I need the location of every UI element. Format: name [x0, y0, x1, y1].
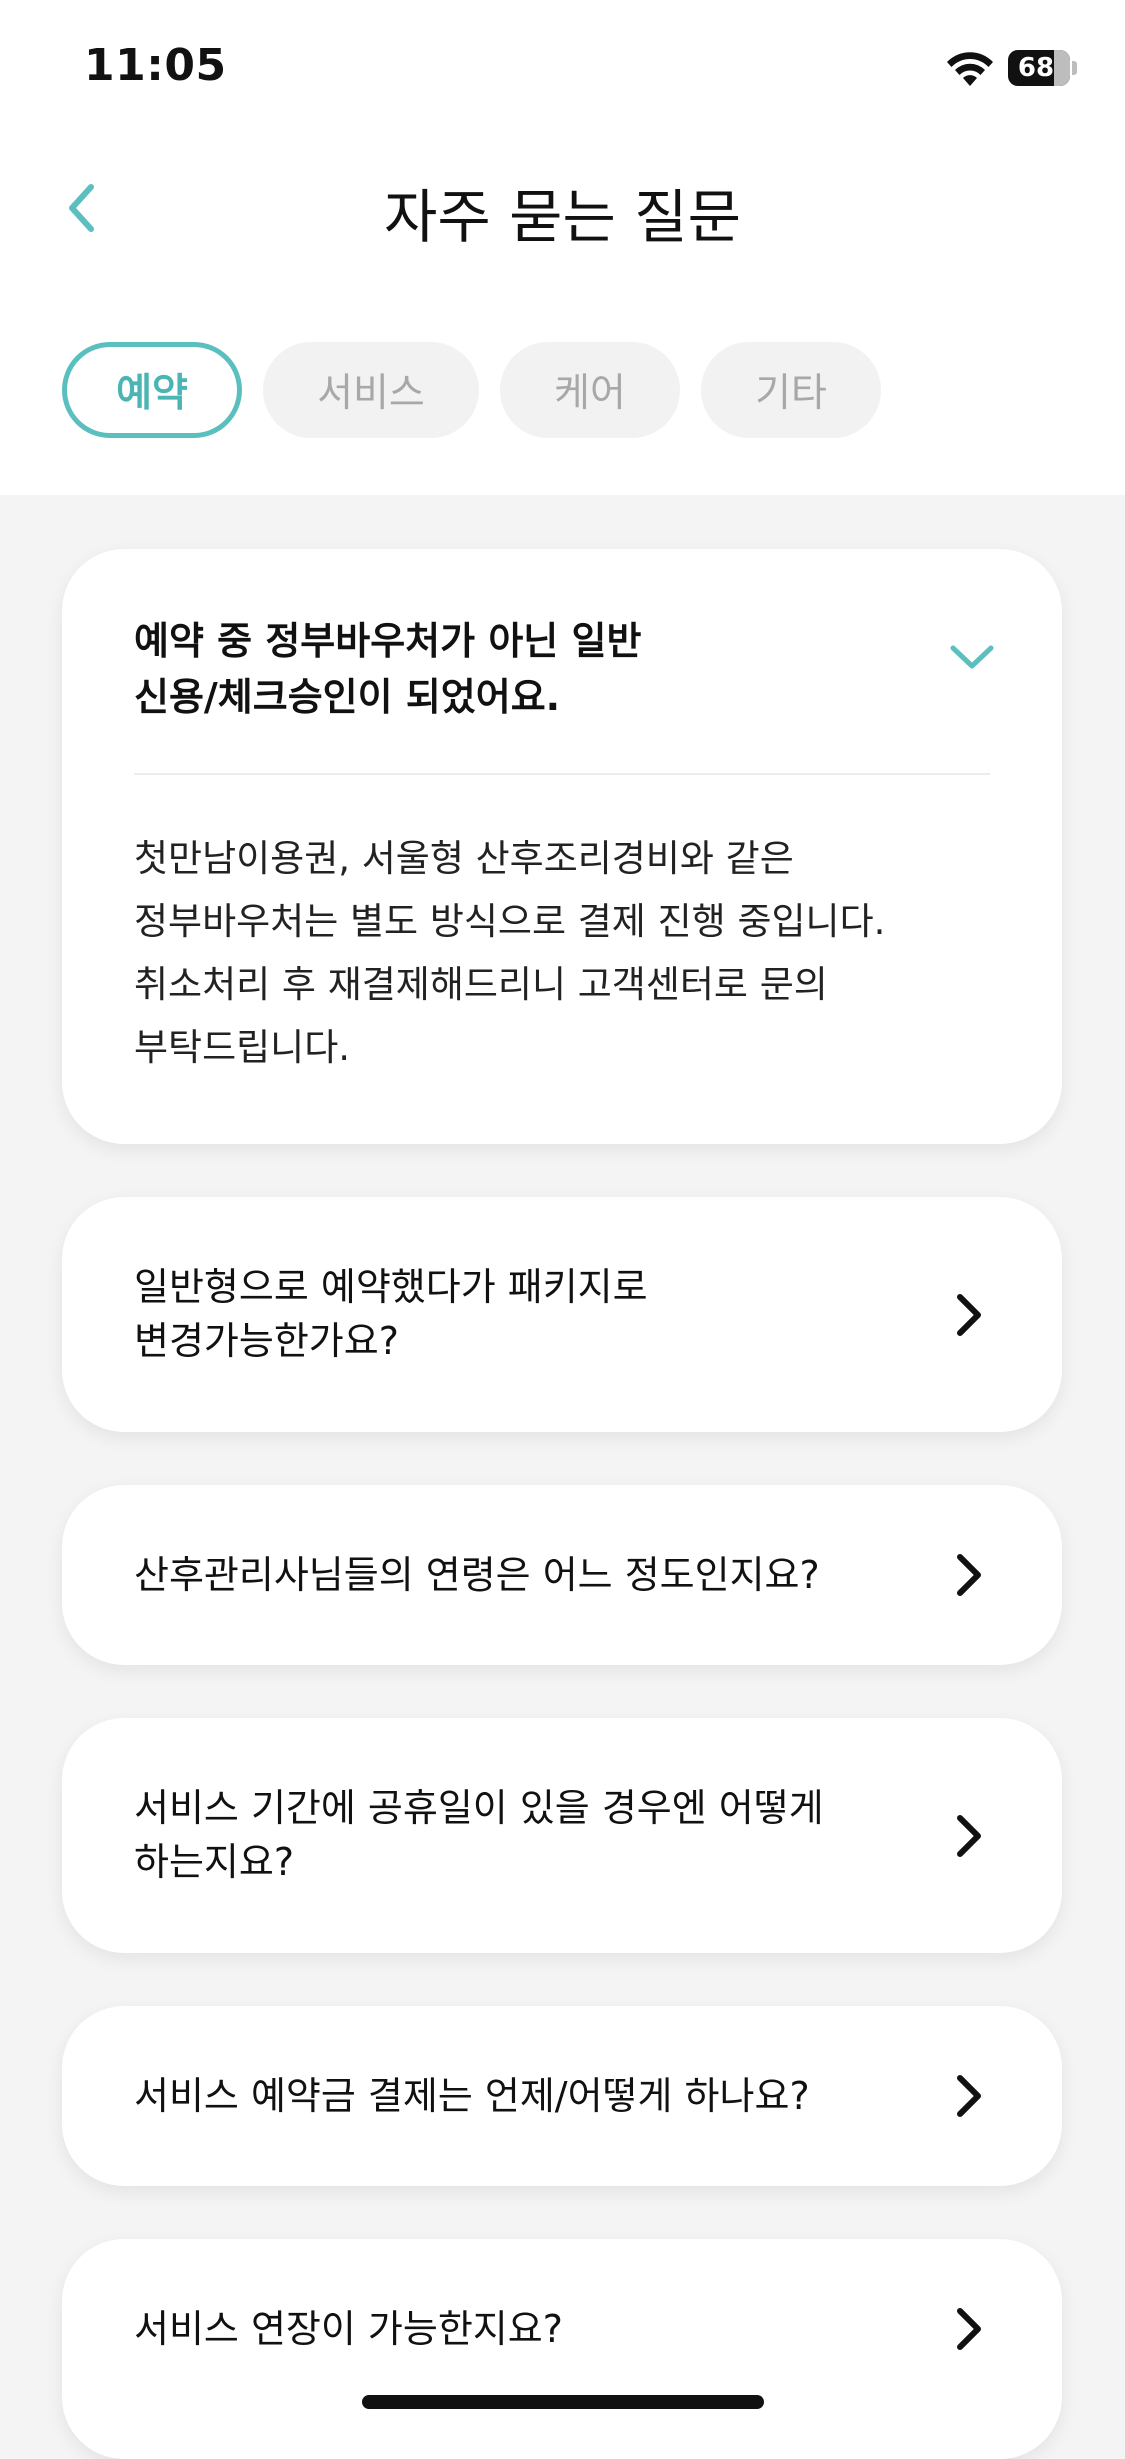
chevron-right-icon: [957, 1554, 981, 1596]
faq-item[interactable]: 서비스 연장이 가능한지요?: [62, 2239, 1062, 2459]
faq-question: 일반형으로 예약했다가 패키지로 변경가능한가요?: [134, 1260, 914, 1368]
faq-item[interactable]: 서비스 예약금 결제는 언제/어떻게 하나요?: [62, 2006, 1062, 2186]
faq-question-line: 예약 중 정부바우처가 아닌 일반: [134, 619, 642, 663]
chevron-right-icon: [957, 1294, 981, 1336]
battery-icon: 68: [1008, 50, 1070, 86]
faq-question: 예약 중 정부바우처가 아닌 일반 신용/체크승인이 되었어요.: [134, 613, 934, 725]
chevron-right-icon: [957, 2075, 981, 2117]
faq-question: 서비스 기간에 공휴일이 있을 경우엔 어떻게 하는지요?: [134, 1781, 914, 1889]
faq-item[interactable]: 서비스 기간에 공휴일이 있을 경우엔 어떻게 하는지요?: [62, 1718, 1062, 1953]
answer-line: 부탁드립니다.: [134, 1026, 351, 1069]
faq-item[interactable]: 일반형으로 예약했다가 패키지로 변경가능한가요?: [62, 1197, 1062, 1432]
answer-line: 정부바우처는 별도 방식으로 결제 진행 중입니다.: [134, 900, 886, 943]
faq-question-line: 서비스 기간에 공휴일이 있을 경우엔 어떻게: [134, 1786, 824, 1830]
chevron-right-icon: [957, 1815, 981, 1857]
tab-reservation[interactable]: 예약: [62, 342, 242, 438]
tab-service[interactable]: 서비스: [263, 342, 479, 438]
answer-line: 취소처리 후 재결제해드리니 고객센터로 문의: [134, 963, 828, 1006]
faq-question-line: 신용/체크승인이 되었어요.: [134, 675, 561, 719]
wifi-icon: [947, 52, 993, 86]
answer-line: 첫만남이용권, 서울형 산후조리경비와 같은: [134, 837, 794, 880]
faq-question-line: 변경가능한가요?: [134, 1319, 399, 1363]
category-tabs: 예약 서비스 케어 기타: [62, 342, 881, 438]
faq-item[interactable]: 산후관리사님들의 연령은 어느 정도인지요?: [62, 1485, 1062, 1665]
faq-question-line: 하는지요?: [134, 1840, 295, 1884]
status-time: 11:05: [84, 40, 227, 91]
chevron-right-icon: [957, 2308, 981, 2350]
faq-answer: 첫만남이용권, 서울형 산후조리경비와 같은 정부바우처는 별도 방식으로 결제…: [134, 827, 994, 1079]
battery-tip: [1072, 61, 1077, 75]
divider: [134, 773, 990, 775]
faq-question: 서비스 예약금 결제는 언제/어떻게 하나요?: [134, 2074, 810, 2118]
page-title: 자주 묻는 질문: [383, 183, 742, 251]
battery-percentage: 68: [1017, 53, 1055, 83]
tab-etc[interactable]: 기타: [701, 342, 881, 438]
faq-item-expanded[interactable]: 예약 중 정부바우처가 아닌 일반 신용/체크승인이 되었어요. 첫만남이용권,…: [62, 549, 1062, 1144]
faq-question-line: 일반형으로 예약했다가 패키지로: [134, 1265, 648, 1309]
faq-question: 서비스 연장이 가능한지요?: [134, 2307, 563, 2351]
tab-care[interactable]: 케어: [500, 342, 680, 438]
chevron-down-icon[interactable]: [948, 641, 996, 673]
home-indicator: [362, 2395, 764, 2409]
faq-question: 산후관리사님들의 연령은 어느 정도인지요?: [134, 1553, 820, 1597]
